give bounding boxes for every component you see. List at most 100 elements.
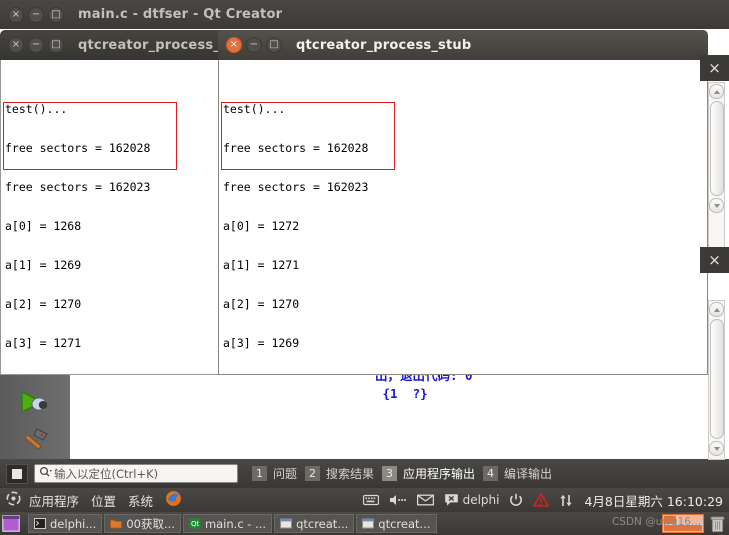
network-arrows-glyph [560, 494, 573, 506]
terminal-inactive-body[interactable]: test()... free sectors = 162028 free sec… [0, 60, 230, 375]
tab-label: 问题 [273, 467, 298, 481]
minimize-icon[interactable]: − [246, 37, 262, 53]
maximize-icon[interactable]: □ [48, 37, 64, 53]
terminal-line: a[1] = 1271 [223, 258, 300, 272]
edge-close-button-bottom[interactable]: × [700, 247, 729, 273]
scroll-down-icon[interactable] [709, 198, 724, 213]
show-desktop-button[interactable] [2, 515, 26, 532]
debug-button[interactable] [0, 383, 70, 421]
tab-number: 4 [483, 466, 499, 481]
close-icon: × [708, 59, 721, 77]
terminal-inactive-title: qtcreator_process_s [78, 37, 228, 53]
scroll-up-icon[interactable] [709, 302, 724, 317]
close-icon[interactable]: × [8, 37, 24, 53]
taskbar-label: qtcreat... [296, 516, 349, 531]
hammer-icon [25, 428, 48, 450]
terminal-active-titlebar[interactable]: × − □ qtcreator_process_stub [218, 30, 708, 60]
qt-creator-bottom-bar: 输入以定位(Ctrl+K) 1 问题 2 搜索结果 3 应用程序输出 4 编译输… [0, 459, 729, 488]
scroll-down-icon[interactable] [709, 441, 724, 456]
firefox-glyph [166, 490, 181, 506]
window-icon [280, 518, 293, 529]
menu-system[interactable]: 系统 [128, 491, 153, 510]
power-icon[interactable] [509, 493, 523, 507]
search-icon [39, 466, 52, 481]
locator-placeholder: 输入以定位(Ctrl+K) [54, 466, 159, 481]
power-glyph [510, 493, 523, 506]
qt-creator-titlebar[interactable]: × − □ main.c - dtfser - Qt Creator [0, 0, 729, 29]
magnifier-glyph [39, 466, 52, 477]
build-button[interactable] [0, 421, 70, 459]
terminal-window-inactive: × − □ qtcreator_process_s test()... free… [0, 30, 230, 375]
menu-applications[interactable]: 应用程序 [29, 491, 79, 510]
taskbar-item-folder[interactable]: 00获取... [104, 514, 181, 533]
watermark: CSDN @uwu16... [611, 516, 701, 528]
tab-issues[interactable]: 1 问题 [252, 464, 300, 483]
close-icon[interactable]: × [226, 37, 242, 53]
qt-creator-window-title: main.c - dtfser - Qt Creator [78, 7, 283, 22]
tab-search-results[interactable]: 2 搜索结果 [305, 464, 377, 483]
terminal-line: a[1] = 1269 [5, 258, 82, 272]
trash-glyph [710, 516, 725, 532]
taskbar-label: 00获取... [126, 516, 175, 531]
play-bug-icon [21, 390, 48, 414]
clock[interactable]: 4月8日星期六 16:10:29 [584, 491, 723, 510]
tab-application-output[interactable]: 3 应用程序输出 [382, 464, 478, 483]
edge-close-button-top[interactable]: × [700, 55, 729, 81]
show-desktop-icon [2, 515, 20, 532]
taskbar-label: qtcreat... [378, 516, 431, 531]
chat-status[interactable]: delphi [444, 493, 500, 507]
mail-icon[interactable] [416, 494, 434, 506]
terminal-line: free sectors = 162023 [223, 180, 369, 194]
minimize-icon[interactable]: − [28, 6, 44, 23]
maximize-icon[interactable]: □ [48, 6, 64, 23]
keyboard-glyph [362, 494, 379, 506]
tab-number: 2 [305, 466, 321, 481]
warning-icon[interactable] [533, 493, 550, 507]
scroll-up-icon[interactable] [709, 84, 724, 99]
gnome-panel: 应用程序 位置 系统 delphi 4月8日星期六 16:10:29 [0, 488, 729, 512]
tab-label: 应用程序输出 [403, 467, 476, 481]
taskbar-item-main-c[interactable]: Qt main.c - ... [182, 514, 273, 533]
close-icon[interactable]: × [8, 6, 24, 23]
right-scrollbar-top[interactable] [708, 82, 725, 252]
terminal-inactive-text: test()... free sectors = 162028 free sec… [1, 60, 229, 374]
taskbar-item-qtcreator-2[interactable]: qtcreat... [356, 514, 437, 533]
volume-glyph [389, 495, 406, 505]
terminal-inactive-titlebar[interactable]: × − □ qtcreator_process_s [0, 30, 230, 60]
terminal-active-body[interactable]: test()... free sectors = 162028 free sec… [218, 60, 708, 375]
tab-number: 3 [382, 466, 398, 481]
window-controls-active: × − □ [226, 37, 282, 53]
keyboard-icon[interactable] [362, 494, 379, 506]
terminal-line: free sectors = 162023 [5, 180, 151, 194]
volume-icon[interactable] [389, 494, 407, 506]
terminal-line: a[0] = 1268 [5, 219, 82, 233]
ubuntu-logo-icon [6, 491, 21, 510]
right-scrollbar-bottom[interactable] [708, 300, 725, 460]
tab-compile-output[interactable]: 4 编译输出 [483, 464, 555, 483]
chat-icon [444, 494, 458, 506]
terminal-line: a[0] = 1272 [223, 219, 300, 233]
window-icon [362, 518, 375, 529]
stop-button[interactable] [6, 463, 28, 484]
close-icon: × [708, 251, 721, 269]
window-controls-inactive: × − □ [8, 37, 64, 53]
svg-text:Qt: Qt [191, 520, 200, 528]
screen: × − □ main.c - dtfser - Qt Creator 出，退出代… [0, 0, 729, 535]
network-icon[interactable] [559, 494, 573, 507]
scrollbar-thumb[interactable] [709, 319, 724, 439]
firefox-icon[interactable] [165, 490, 182, 511]
menu-places[interactable]: 位置 [91, 491, 116, 510]
taskbar-item-qtcreator-1[interactable]: qtcreat... [274, 514, 355, 533]
scrollbar-thumb[interactable] [709, 101, 724, 196]
maximize-icon[interactable]: □ [266, 37, 282, 53]
trash-icon[interactable] [710, 515, 725, 533]
locator-input[interactable]: 输入以定位(Ctrl+K) [34, 464, 238, 483]
taskbar-label: main.c - ... [204, 516, 267, 531]
taskbar-item-delphi[interactable]: delphi... [28, 514, 103, 533]
ubuntu-circle-icon [6, 491, 21, 505]
highlight-box [3, 102, 177, 170]
minimize-icon[interactable]: − [28, 37, 44, 53]
terminal-line: a[3] = 1269 [223, 336, 300, 350]
folder-icon [110, 519, 123, 529]
chat-username: delphi [462, 493, 500, 507]
